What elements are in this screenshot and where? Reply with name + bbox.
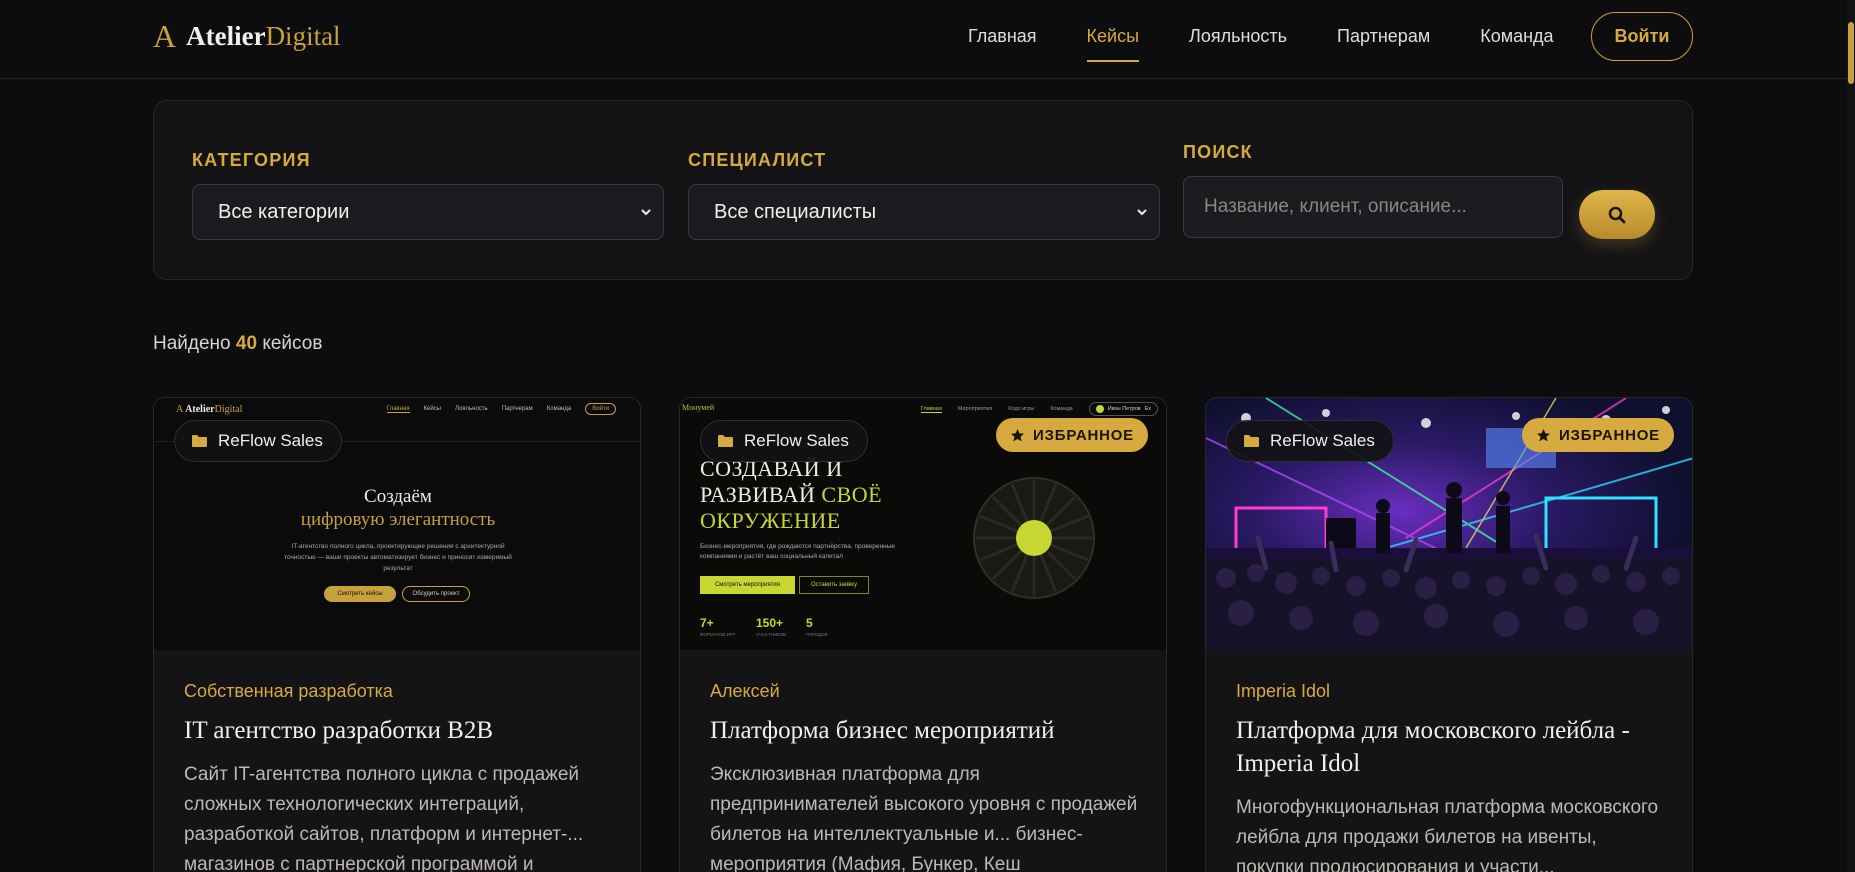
nav-team[interactable]: Команда: [1480, 0, 1553, 79]
scrollbar-thumb[interactable]: [1848, 22, 1854, 84]
main-nav: Главная Кейсы Лояльность Партнерам Коман…: [968, 0, 1604, 79]
case-author: Собственная разработка: [184, 681, 393, 701]
search-input[interactable]: Название, клиент, описание...: [1183, 176, 1563, 238]
category-value: Все категории: [218, 200, 350, 223]
logo-text: AtelierDigital: [186, 21, 341, 51]
chevron-down-icon: [641, 209, 651, 216]
folder-icon: [192, 435, 207, 447]
scrollbar[interactable]: [1847, 0, 1855, 872]
case-author: Алексей: [710, 681, 780, 701]
nav-loyalty[interactable]: Лояльность: [1189, 0, 1287, 79]
case-description: Эксклюзивная платформа для предпринимате…: [710, 764, 1138, 872]
star-icon: [1010, 428, 1024, 441]
folder-icon: [718, 435, 733, 447]
case-thumbnail: Mонумей Главная Мероприятия Кодо игры Ко…: [680, 398, 1166, 650]
specialist-select[interactable]: Все специалисты: [688, 184, 1160, 240]
favorite-badge: ИЗБРАННОЕ: [1521, 418, 1674, 452]
category-label: КАТЕГОРИЯ: [192, 150, 311, 170]
login-button[interactable]: Войти: [1591, 12, 1693, 61]
filter-panel: КАТЕГОРИЯ Все категории СПЕЦИАЛИСТ Все с…: [153, 100, 1693, 280]
chevron-down-icon: [1137, 209, 1147, 216]
wheel-graphic: [973, 477, 1095, 599]
favorite-badge: ИЗБРАННОЕ: [995, 418, 1148, 452]
case-title[interactable]: Платформа для московского лейбла - Imper…: [1236, 714, 1666, 780]
folder-icon: [1244, 435, 1259, 447]
case-thumbnail: A AtelierDigital Главная Кейсы Лояльност…: [154, 398, 640, 650]
results-number: 40: [235, 333, 258, 354]
case-description: Многофункциональная платформа московског…: [1236, 797, 1659, 872]
case-description: Сайт IT-агентства полного цикла с продаж…: [184, 764, 584, 872]
case-author: Imperia Idol: [1236, 681, 1331, 701]
nav-cases[interactable]: Кейсы: [1086, 0, 1139, 79]
results-count: Найдено 40 кейсов: [153, 333, 323, 354]
category-select[interactable]: Все категории: [192, 184, 664, 240]
nav-partners[interactable]: Партнерам: [1337, 0, 1430, 79]
logo-mark: A: [153, 18, 177, 54]
nav-home[interactable]: Главная: [968, 0, 1037, 79]
category-chip[interactable]: ReFlow Sales: [700, 420, 868, 462]
logo[interactable]: A AtelierDigital: [153, 20, 341, 52]
specialist-label: СПЕЦИАЛИСТ: [688, 150, 827, 170]
star-icon: [1536, 428, 1550, 441]
search-button[interactable]: [1579, 190, 1655, 239]
case-card[interactable]: Mонумей Главная Мероприятия Кодо игры Ко…: [679, 397, 1167, 872]
case-card[interactable]: ReFlow Sales ИЗБРАННОЕ Imperia Idol Плат…: [1205, 397, 1693, 872]
search-placeholder: Название, клиент, описание...: [1204, 196, 1467, 217]
category-chip[interactable]: ReFlow Sales: [174, 420, 342, 462]
search-icon: [1608, 206, 1626, 223]
case-title[interactable]: IT агентство разработки B2B: [184, 714, 614, 747]
preview-logo: A AtelierDigital: [176, 404, 243, 415]
case-card[interactable]: A AtelierDigital Главная Кейсы Лояльност…: [153, 397, 641, 872]
site-header: A AtelierDigital Главная Кейсы Лояльност…: [0, 0, 1855, 79]
search-label: ПОИСК: [1183, 142, 1253, 162]
category-chip[interactable]: ReFlow Sales: [1226, 420, 1394, 462]
case-title[interactable]: Платформа бизнес мероприятий: [710, 714, 1140, 747]
case-thumbnail: ReFlow Sales ИЗБРАННОЕ: [1206, 398, 1692, 650]
specialist-value: Все специалисты: [714, 200, 877, 223]
